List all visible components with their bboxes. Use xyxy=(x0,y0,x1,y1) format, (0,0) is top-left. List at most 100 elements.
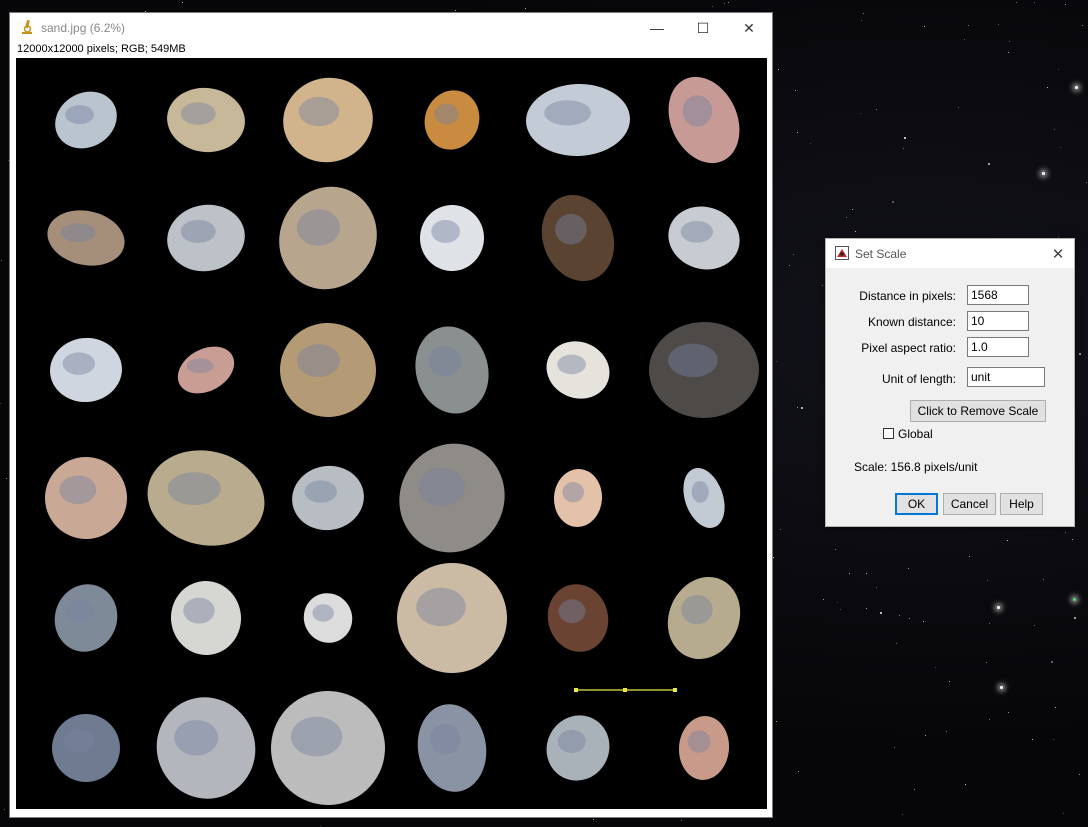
unit-of-length-label: Unit of length: xyxy=(881,372,956,386)
pixel-aspect-ratio-field[interactable] xyxy=(967,337,1029,357)
star xyxy=(967,24,969,26)
scale-readout: Scale: 156.8 pixels/unit xyxy=(854,460,978,474)
aspect-ratio-label: Pixel aspect ratio: xyxy=(861,341,956,355)
dialog-titlebar[interactable]: Set Scale ✕ xyxy=(826,239,1074,268)
star xyxy=(1065,531,1067,533)
minimize-button[interactable]: — xyxy=(634,13,680,43)
star xyxy=(898,614,900,616)
distance-label: Distance in pixels: xyxy=(859,289,956,303)
star xyxy=(1086,181,1088,183)
bright-star xyxy=(1000,686,1003,689)
star xyxy=(794,89,796,91)
star xyxy=(822,285,824,287)
star xyxy=(0,260,2,262)
star xyxy=(998,23,1000,25)
star xyxy=(0,402,2,404)
star xyxy=(1033,625,1035,627)
star xyxy=(925,735,927,737)
star xyxy=(788,264,790,266)
star xyxy=(801,406,804,409)
star xyxy=(845,216,847,218)
star xyxy=(837,601,839,603)
star xyxy=(935,667,937,669)
star xyxy=(1079,773,1081,775)
star xyxy=(1054,706,1056,708)
ok-button[interactable]: OK xyxy=(895,493,938,515)
image-info-text: 12000x12000 pixels; RGB; 549MB xyxy=(17,43,186,55)
known-distance-label: Known distance: xyxy=(867,315,956,329)
unit-of-length-field[interactable] xyxy=(967,367,1045,387)
star xyxy=(1053,738,1055,740)
star xyxy=(780,528,782,530)
star xyxy=(1008,711,1010,713)
set-scale-dialog[interactable]: Set Scale ✕ Distance in pixels: Known di… xyxy=(825,238,1075,527)
star xyxy=(1007,540,1009,542)
star xyxy=(880,611,883,614)
star xyxy=(875,586,877,588)
cancel-button[interactable]: Cancel xyxy=(943,493,996,515)
star xyxy=(865,608,867,610)
star xyxy=(964,38,966,40)
help-button[interactable]: Help xyxy=(1000,493,1043,515)
dialog-title: Set Scale xyxy=(855,247,907,261)
star xyxy=(455,9,457,11)
star xyxy=(839,609,841,611)
star xyxy=(712,6,713,8)
star xyxy=(863,13,865,15)
star xyxy=(924,25,926,27)
star xyxy=(986,662,988,664)
star xyxy=(181,2,183,4)
star xyxy=(1063,813,1065,815)
star xyxy=(5,477,7,479)
star xyxy=(793,253,795,255)
star xyxy=(986,580,988,582)
remove-scale-button[interactable]: Click to Remove Scale xyxy=(910,400,1046,422)
star xyxy=(773,557,775,559)
star xyxy=(778,68,780,70)
star xyxy=(1081,25,1083,27)
star xyxy=(775,361,777,363)
star xyxy=(723,2,725,4)
star xyxy=(7,160,9,162)
image-window[interactable]: sand.jpg (6.2%) — ☐ ✕ 12000x12000 pixels… xyxy=(10,13,772,817)
star xyxy=(964,783,966,785)
star xyxy=(1072,538,1074,540)
star xyxy=(969,555,971,557)
star xyxy=(876,109,878,111)
star xyxy=(1078,353,1081,356)
star xyxy=(1074,617,1077,620)
star xyxy=(908,568,910,570)
maximize-button[interactable]: ☐ xyxy=(680,13,726,43)
known-distance-field[interactable] xyxy=(967,311,1029,331)
imagej-microscope-icon xyxy=(22,19,32,34)
star xyxy=(989,622,991,624)
line-handle-end xyxy=(673,688,677,692)
star xyxy=(854,230,856,232)
selection-line[interactable] xyxy=(16,58,767,809)
line-handle-start xyxy=(574,688,578,692)
bright-star xyxy=(1073,598,1076,601)
star xyxy=(914,788,916,790)
close-button[interactable]: ✕ xyxy=(726,13,772,43)
star xyxy=(1057,236,1059,238)
star xyxy=(860,113,862,114)
star xyxy=(1033,1,1035,3)
dialog-close-button[interactable]: ✕ xyxy=(1042,239,1074,268)
global-checkbox[interactable] xyxy=(883,428,894,439)
star xyxy=(1008,52,1010,54)
star xyxy=(949,681,951,683)
image-canvas[interactable] xyxy=(16,58,767,809)
star xyxy=(680,819,682,821)
star xyxy=(1060,146,1062,148)
star xyxy=(1053,129,1055,131)
bright-star xyxy=(1042,172,1045,175)
star xyxy=(775,721,777,723)
star xyxy=(1031,739,1033,741)
star xyxy=(1065,4,1067,6)
star xyxy=(851,209,853,211)
distance-in-pixels-field[interactable] xyxy=(967,285,1029,305)
star xyxy=(823,598,825,600)
image-window-titlebar[interactable]: sand.jpg (6.2%) — ☐ ✕ xyxy=(10,13,772,43)
star xyxy=(894,746,896,748)
star xyxy=(848,573,850,575)
